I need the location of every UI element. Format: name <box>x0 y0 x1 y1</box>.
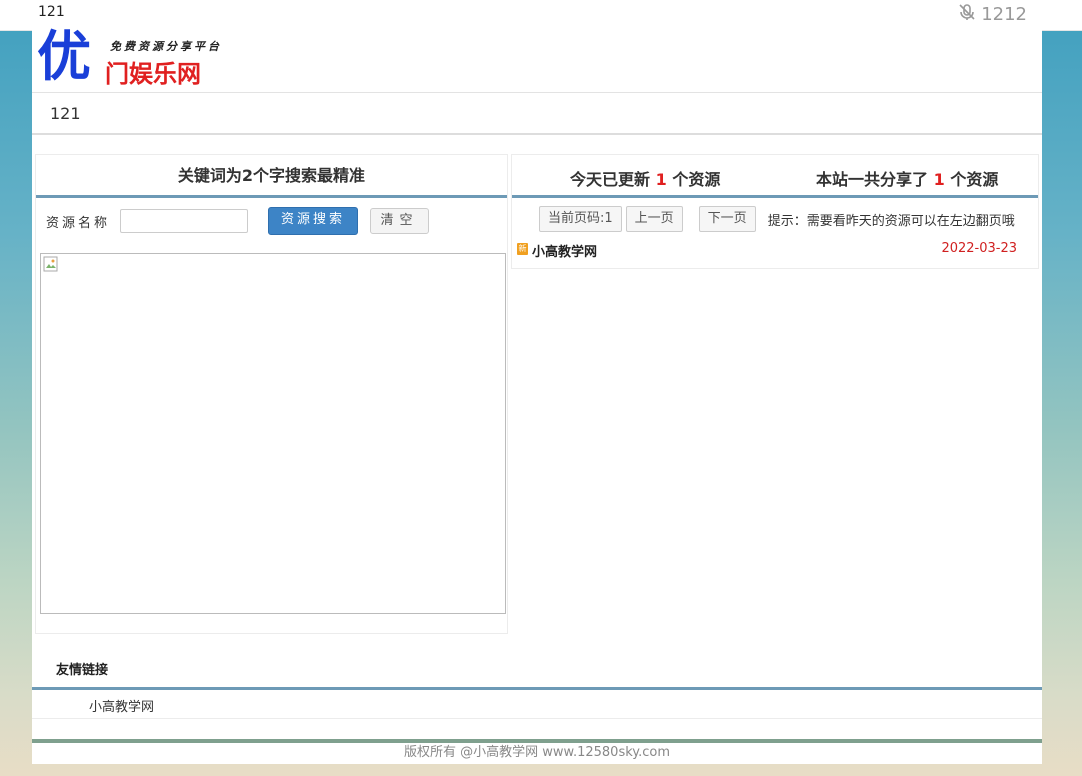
logo-tagline: 免费资源分享平台 <box>110 40 222 53</box>
next-page-button[interactable]: 下一页 <box>698 206 756 232</box>
current-page-button[interactable]: 当前页码:1 <box>539 206 622 232</box>
top-right-status: 1212 <box>957 2 1027 27</box>
search-panel-heading: 关键词为2个字搜索最精准 <box>36 155 507 198</box>
friend-links-list: 小高教学网 <box>32 690 1042 719</box>
ad-image-frame <box>40 253 506 614</box>
friend-link[interactable]: 小高教学网 <box>89 696 154 715</box>
friend-links-heading: 友情链接 <box>56 663 109 678</box>
today-count: 1 <box>655 170 667 189</box>
prev-page-button[interactable]: 上一页 <box>625 206 683 232</box>
logo-area: 优 免费资源分享平台 门娱乐网 <box>32 26 1042 93</box>
total-count: 1 <box>933 170 945 189</box>
main-container: 优 免费资源分享平台 门娱乐网 121 关键词为2个字搜索最精准 资源名称 资源… <box>32 26 1042 764</box>
nav-text[interactable]: 121 <box>50 104 81 123</box>
search-row: 资源名称 资源搜索 清空 <box>46 207 429 235</box>
today-prefix: 今天已更新 <box>570 170 651 189</box>
today-updated: 今天已更新 1 个资源 <box>570 166 720 190</box>
pager: 当前页码:1 上一页 下一页 提示：需要看昨天的资源可以在左边翻页哦 <box>539 206 1015 232</box>
resource-date: 2022-03-23 <box>941 241 1017 256</box>
search-button[interactable]: 资源搜索 <box>268 207 358 235</box>
friend-links-header: 友情链接 <box>32 642 1042 690</box>
top-bar: 121 1212 <box>0 0 1082 31</box>
new-badge-icon: 新 <box>517 243 528 255</box>
list-item: 新 小高教学网 2022-03-23 <box>517 241 1017 260</box>
clear-button[interactable]: 清空 <box>370 208 429 234</box>
top-right-text: 1212 <box>981 4 1027 25</box>
footer: 版权所有 @小高教学网 www.12580sky.com <box>32 739 1042 764</box>
resource-panel: 今天已更新 1 个资源 本站一共分享了 1 个资源 当前页码:1 上一页 下一页… <box>511 154 1039 269</box>
resource-title-link[interactable]: 小高教学网 <box>532 241 597 260</box>
broken-image-icon <box>43 256 58 272</box>
total-prefix: 本站一共分享了 <box>816 170 929 189</box>
pager-hint: 提示：需要看昨天的资源可以在左边翻页哦 <box>767 213 1015 229</box>
logo-name[interactable]: 门娱乐网 <box>105 54 201 89</box>
total-shared: 本站一共分享了 1 个资源 <box>816 166 998 190</box>
muted-mic-icon <box>957 2 977 27</box>
search-input[interactable] <box>120 209 248 233</box>
search-label: 资源名称 <box>46 215 111 231</box>
resource-panel-heading: 今天已更新 1 个资源 本站一共分享了 1 个资源 <box>512 155 1038 198</box>
logo-char[interactable]: 优 <box>37 26 91 86</box>
today-suffix: 个资源 <box>672 170 721 189</box>
total-suffix: 个资源 <box>950 170 999 189</box>
top-left-text: 121 <box>38 4 65 20</box>
nav-bar: 121 <box>32 93 1042 135</box>
search-panel: 关键词为2个字搜索最精准 资源名称 资源搜索 清空 <box>35 154 508 634</box>
